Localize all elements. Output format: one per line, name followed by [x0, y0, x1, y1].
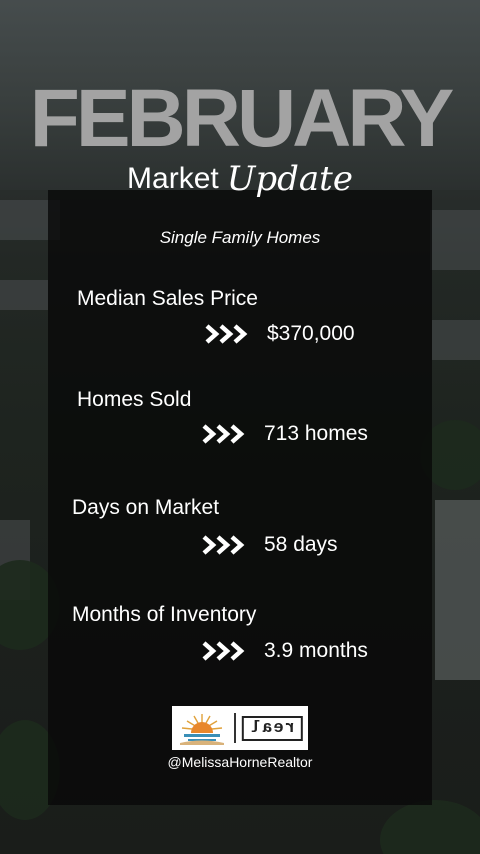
stat-label-months-of-inventory: Months of Inventory	[72, 603, 257, 626]
stat-value-days-on-market: 58 days	[264, 533, 338, 556]
stat-label-days-on-market: Days on Market	[72, 496, 220, 519]
real-brokerage-wordmark: real	[242, 715, 303, 741]
stat-row-months-of-inventory: 3.9 months	[202, 639, 368, 663]
market-update-subtitle: Market Update	[0, 162, 480, 196]
stat-value-homes-sold: 713 homes	[264, 422, 368, 445]
stat-label-median-sales-price: Median Sales Price	[77, 287, 258, 310]
chevrons-right-icon	[202, 534, 246, 556]
subtitle-main: Market	[127, 162, 219, 195]
subtitle-script: Update	[226, 159, 353, 199]
logo-divider	[234, 713, 236, 743]
stat-row-homes-sold: 713 homes	[202, 422, 368, 446]
stat-row-days-on-market: 58 days	[202, 533, 338, 557]
chevrons-right-icon	[202, 640, 246, 662]
month-title: FEBRUARY	[29, 73, 455, 164]
sunrise-logo-icon	[172, 706, 232, 750]
brokerage-logo: real	[172, 706, 308, 750]
social-handle: @MelissaHorneRealtor	[167, 754, 313, 770]
stat-value-median-sales-price: $370,000	[267, 322, 355, 345]
stat-row-median-sales-price: $370,000	[205, 322, 355, 346]
stat-value-months-of-inventory: 3.9 months	[264, 639, 368, 662]
chevrons-right-icon	[205, 323, 249, 345]
chevrons-right-icon	[202, 423, 246, 445]
stat-label-homes-sold: Homes Sold	[77, 388, 192, 411]
segment-label: Single Family Homes	[159, 228, 321, 247]
